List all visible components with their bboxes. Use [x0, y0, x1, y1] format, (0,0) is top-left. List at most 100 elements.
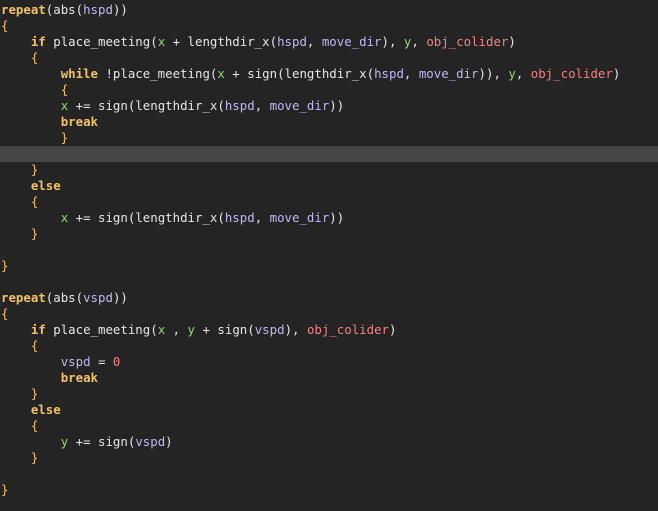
- code-line[interactable]: }: [0, 258, 658, 274]
- code-token-var: vspd: [60, 354, 91, 369]
- code-token-txt: ): [165, 434, 173, 449]
- code-line[interactable]: else: [0, 178, 658, 194]
- code-token-brace: {: [30, 338, 39, 353]
- code-token-obj: obj_colider: [306, 322, 390, 337]
- code-line[interactable]: }: [0, 226, 658, 242]
- code-line[interactable]: else: [0, 402, 658, 418]
- code-token-kw: repeat: [1, 290, 46, 305]
- code-line[interactable]: repeat(abs(vspd)): [0, 290, 658, 306]
- code-line[interactable]: }: [0, 162, 658, 178]
- code-token-txt: (: [247, 322, 255, 337]
- code-line[interactable]: {: [0, 82, 658, 98]
- code-line[interactable]: y += sign(vspd): [0, 434, 658, 450]
- code-token-txt: ,: [403, 66, 419, 81]
- code-token-fn: lengthdir_x: [284, 66, 367, 81]
- code-token-bi: y: [508, 66, 516, 81]
- code-token-kw: while: [60, 66, 98, 81]
- code-token-var: hspd: [277, 34, 307, 49]
- code-token-txt: (: [75, 2, 84, 17]
- code-token-txt: )): [112, 2, 128, 17]
- code-token-brace: }: [1, 258, 9, 273]
- code-token-obj: obj_colider: [426, 34, 509, 49]
- code-line[interactable]: break: [0, 370, 658, 386]
- code-token-fn: lengthdir_x: [135, 210, 218, 225]
- code-token-kw: else: [30, 402, 61, 417]
- code-token-kw: else: [30, 178, 61, 193]
- code-token-txt: )): [329, 210, 345, 225]
- code-token-brace: }: [60, 130, 69, 145]
- code-line[interactable]: }: [0, 482, 658, 498]
- code-line[interactable]: vspd = 0: [0, 354, 658, 370]
- code-line[interactable]: break: [0, 114, 658, 130]
- code-line[interactable]: {: [0, 18, 658, 34]
- code-token-kw: if: [30, 34, 46, 49]
- code-token-op: =: [90, 354, 113, 369]
- code-line[interactable]: {: [0, 194, 658, 210]
- code-editor[interactable]: repeat(abs(hspd)){ if place_meeting(x + …: [0, 2, 658, 498]
- code-token-fn: abs: [53, 290, 76, 305]
- code-token-fn: place_meeting: [112, 66, 210, 81]
- code-line[interactable]: }: [0, 130, 658, 146]
- code-line[interactable]: [0, 466, 658, 482]
- code-token-txt: (: [366, 66, 375, 81]
- code-line[interactable]: }: [0, 386, 658, 402]
- code-token-op: +=: [68, 210, 98, 225]
- code-token-brace: {: [1, 306, 9, 321]
- code-token-fn: sign: [98, 210, 128, 225]
- code-token-fn: sign: [98, 434, 128, 449]
- code-token-txt: ),: [284, 322, 307, 337]
- code-line[interactable]: }: [0, 450, 658, 466]
- code-token-var: vspd: [254, 322, 285, 337]
- code-line[interactable]: {: [0, 50, 658, 66]
- code-token-txt: (: [150, 322, 158, 337]
- code-token-op: +: [165, 34, 188, 49]
- code-line[interactable]: x += sign(lengthdir_x(hspd, move_dir)): [0, 98, 658, 114]
- code-token-op: !: [98, 66, 113, 81]
- code-token-brace: }: [30, 450, 39, 465]
- code-line[interactable]: while !place_meeting(x + sign(lengthdir_…: [0, 66, 658, 82]
- code-token-txt: ,: [254, 210, 270, 225]
- code-token-num: 0: [112, 354, 121, 369]
- code-line[interactable]: {: [0, 306, 658, 322]
- code-token-var: hspd: [224, 98, 255, 113]
- code-line[interactable]: {: [0, 418, 658, 434]
- code-token-kw: repeat: [1, 2, 46, 17]
- code-line[interactable]: {: [0, 338, 658, 354]
- code-token-fn: sign: [98, 98, 128, 113]
- code-token-txt: (: [75, 290, 84, 305]
- code-token-fn: abs: [53, 2, 76, 17]
- code-line[interactable]: if place_meeting(x , y + sign(vspd), obj…: [0, 322, 658, 338]
- code-line[interactable]: x += sign(lengthdir_x(hspd, move_dir)): [0, 210, 658, 226]
- code-token-kw: if: [30, 322, 46, 337]
- code-token-var: move_dir: [269, 210, 330, 225]
- code-line[interactable]: [0, 274, 658, 290]
- code-token-fn: place_meeting: [53, 322, 151, 337]
- code-token-fn: place_meeting: [53, 34, 151, 49]
- code-token-txt: (: [150, 34, 158, 49]
- code-line[interactable]: if place_meeting(x + lengthdir_x(hspd, m…: [0, 34, 658, 50]
- code-token-txt: ,: [515, 66, 531, 81]
- code-line[interactable]: repeat(abs(hspd)): [0, 2, 658, 18]
- current-line-highlight[interactable]: [0, 146, 658, 162]
- code-line[interactable]: [0, 242, 658, 258]
- code-token-brace: {: [30, 194, 39, 209]
- code-token-txt: ,: [411, 34, 427, 49]
- code-token-txt: ,: [165, 322, 188, 337]
- code-token-op: +: [195, 322, 218, 337]
- code-token-obj: obj_colider: [530, 66, 613, 81]
- code-token-brace: {: [60, 82, 69, 97]
- code-token-brace: }: [30, 386, 39, 401]
